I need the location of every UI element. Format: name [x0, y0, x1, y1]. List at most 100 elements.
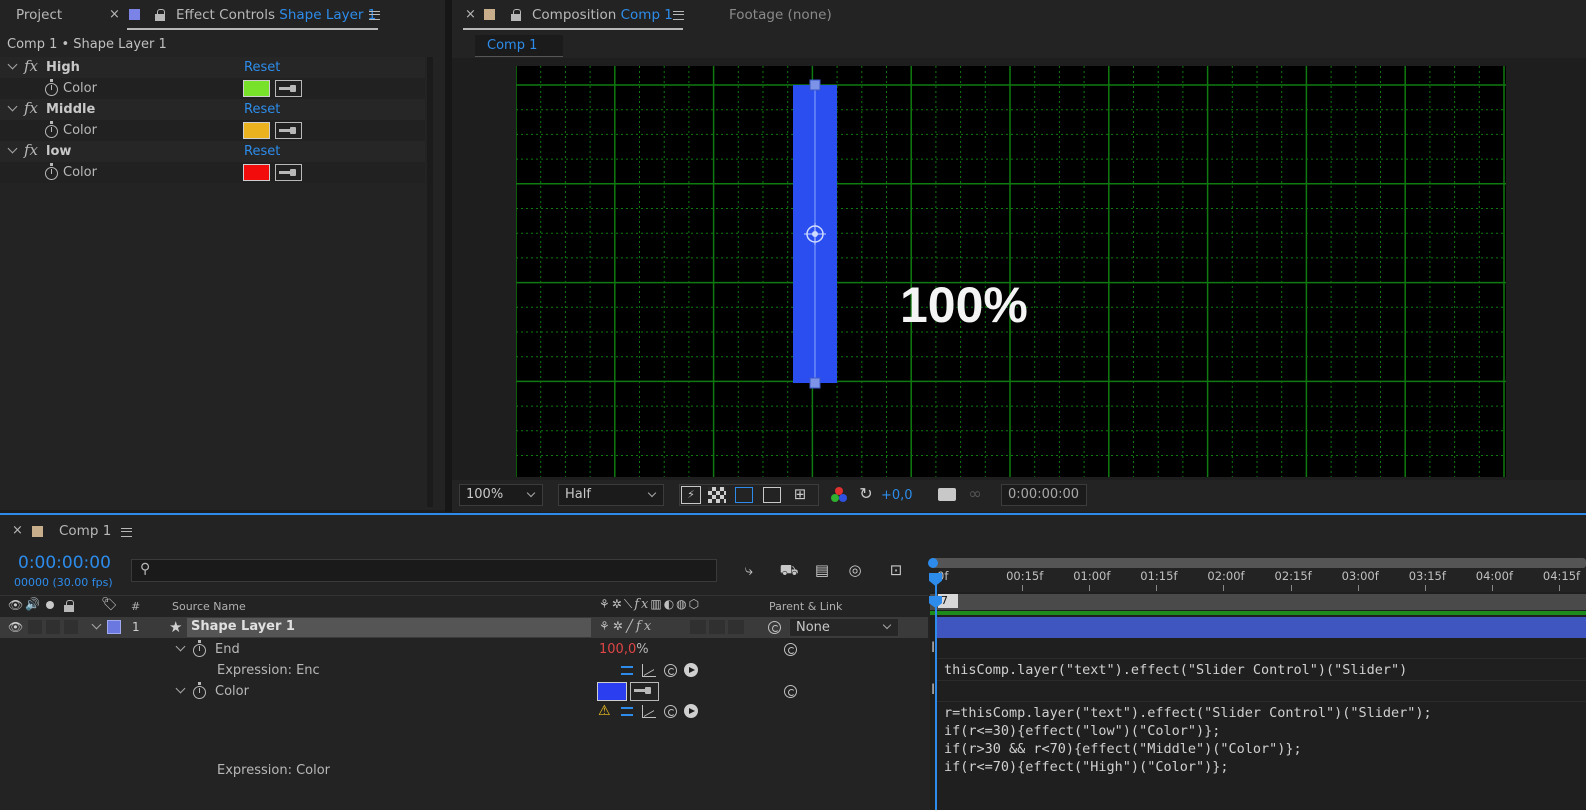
- expression-language-menu-icon[interactable]: [684, 704, 698, 718]
- col-source-name[interactable]: Source Name: [172, 600, 246, 613]
- playhead-line[interactable]: [935, 576, 937, 810]
- mask-visibility-icon[interactable]: [735, 487, 753, 503]
- tab-footage[interactable]: Footage (none): [729, 0, 832, 30]
- solo-toggle[interactable]: [46, 620, 60, 634]
- eyedropper-icon[interactable]: [275, 122, 302, 139]
- fast-preview-icon[interactable]: ⚡: [681, 486, 701, 504]
- expression-line[interactable]: if(r<=70){effect("High")("Color")};: [944, 759, 1228, 775]
- reset-button-low[interactable]: Reset: [244, 144, 280, 159]
- reset-exposure-icon[interactable]: ↻: [857, 484, 875, 503]
- show-snapshot-icon[interactable]: ∞: [965, 484, 985, 503]
- layer-name-field[interactable]: Shape Layer 1: [187, 618, 591, 637]
- stopwatch-icon[interactable]: [45, 163, 58, 180]
- channel-rgb-icon[interactable]: [831, 487, 847, 503]
- work-area-bar[interactable]: [930, 558, 1586, 568]
- warning-icon[interactable]: ⚠: [598, 703, 611, 719]
- close-icon[interactable]: ×: [12, 523, 23, 538]
- eye-icon[interactable]: 👁: [8, 620, 23, 634]
- panel-divider[interactable]: [445, 0, 452, 512]
- grid-guides-icon[interactable]: ⊞: [790, 485, 810, 503]
- expression-enable-icon[interactable]: [621, 666, 633, 675]
- switch-box[interactable]: [709, 620, 725, 634]
- expression-graph-icon[interactable]: [642, 705, 656, 718]
- tab-effect-controls[interactable]: Effect Controls Shape Layer 1: [176, 0, 376, 30]
- lock-icon[interactable]: [64, 600, 74, 612]
- color-swatch-middle[interactable]: [243, 122, 270, 139]
- path-handle[interactable]: [809, 377, 821, 389]
- col-parent-link[interactable]: Parent & Link: [769, 600, 842, 613]
- end-value-number[interactable]: 100,0: [599, 642, 636, 657]
- work-area-start[interactable]: [928, 558, 938, 568]
- comp-subtab[interactable]: Comp 1: [475, 35, 563, 57]
- pickwhip-icon[interactable]: [784, 685, 797, 698]
- reset-button-high[interactable]: Reset: [244, 60, 280, 75]
- timeline-tab[interactable]: Comp 1: [59, 523, 111, 539]
- color-swatch-low[interactable]: [243, 164, 270, 181]
- color-swatch-layer[interactable]: [597, 682, 627, 701]
- switch-box[interactable]: [690, 620, 706, 634]
- switch-box[interactable]: [728, 620, 744, 634]
- stopwatch-icon[interactable]: [45, 79, 58, 96]
- audio-icon[interactable]: 🔊: [25, 597, 40, 611]
- expression-language-menu-icon[interactable]: [684, 663, 698, 677]
- tab-project[interactable]: Project: [16, 0, 62, 30]
- audio-toggle[interactable]: [28, 620, 42, 634]
- lock-icon[interactable]: [155, 9, 165, 21]
- graph-editor-icon[interactable]: ⊡: [885, 561, 907, 579]
- close-icon[interactable]: ×: [109, 0, 120, 30]
- color-swatch-high[interactable]: [243, 80, 270, 97]
- layer-label-color[interactable]: [107, 620, 121, 634]
- region-of-interest-icon[interactable]: [763, 487, 781, 503]
- eyedropper-icon[interactable]: [630, 682, 659, 701]
- eye-icon[interactable]: 👁: [8, 598, 23, 612]
- panel-scrollbar[interactable]: [427, 57, 433, 507]
- expression-editor-color[interactable]: r=thisComp.layer("text").effect("Slider …: [936, 701, 1586, 785]
- exposure-value[interactable]: +0,0: [881, 488, 913, 503]
- pickwhip-icon[interactable]: [768, 621, 781, 634]
- panel-menu-icon[interactable]: [121, 528, 132, 537]
- expression-enable-icon[interactable]: [621, 707, 633, 716]
- eyedropper-icon[interactable]: [275, 80, 302, 97]
- expression-editor-end[interactable]: thisComp.layer("text").effect("Slider Co…: [936, 658, 1586, 681]
- transparency-grid-icon[interactable]: [708, 487, 726, 503]
- path-handle[interactable]: [809, 79, 821, 91]
- fx-icon[interactable]: fx: [24, 99, 38, 117]
- panel-menu-icon[interactable]: [369, 11, 380, 20]
- pickwhip-icon[interactable]: [784, 643, 797, 656]
- solo-icon[interactable]: [46, 601, 54, 609]
- overlay-percent-text[interactable]: 100%: [900, 277, 1028, 333]
- fx-icon[interactable]: fx: [24, 141, 38, 159]
- close-icon[interactable]: ×: [465, 0, 476, 30]
- expression-line[interactable]: if(r>30 && r<70){effect("Middle")("Color…: [944, 741, 1302, 757]
- lock-icon[interactable]: [511, 9, 521, 21]
- expression-graph-icon[interactable]: [642, 664, 656, 677]
- motion-blur-icon[interactable]: ◎: [845, 561, 865, 579]
- fx-icon[interactable]: fx: [24, 57, 38, 75]
- resolution-dropdown[interactable]: Half: [558, 484, 664, 506]
- expression-end-code[interactable]: thisComp.layer("text").effect("Slider Co…: [944, 662, 1407, 678]
- expression-pickwhip-icon[interactable]: [664, 664, 677, 677]
- stopwatch-icon[interactable]: [193, 682, 206, 699]
- layer-switches[interactable]: ⚘✲╱fx: [599, 619, 654, 634]
- eyedropper-icon[interactable]: [275, 164, 302, 181]
- panel-menu-icon[interactable]: [673, 11, 684, 20]
- layer-duration-bar[interactable]: [935, 617, 1586, 638]
- expression-pickwhip-icon[interactable]: [664, 705, 677, 718]
- parent-dropdown[interactable]: None: [789, 618, 899, 637]
- expression-line[interactable]: r=thisComp.layer("text").effect("Slider …: [944, 705, 1432, 721]
- lock-toggle[interactable]: [64, 620, 78, 634]
- stopwatch-icon[interactable]: [45, 121, 58, 138]
- composition-canvas[interactable]: 100%: [516, 66, 1506, 477]
- tab-composition[interactable]: Composition Comp 1: [532, 0, 673, 30]
- camera-icon[interactable]: [938, 488, 956, 501]
- timeline-timecode[interactable]: 0:00:00:00: [18, 553, 111, 573]
- prop-end-value[interactable]: 100,0%: [599, 642, 649, 657]
- zoom-dropdown[interactable]: 100%: [459, 484, 543, 506]
- reset-button-middle[interactable]: Reset: [244, 102, 280, 117]
- shy-layers-icon[interactable]: ⛟: [778, 561, 800, 581]
- expression-line[interactable]: if(r<=30){effect("low")("Color")};: [944, 723, 1220, 739]
- search-input[interactable]: ⚲: [131, 559, 717, 582]
- composition-mini-flowchart-icon[interactable]: ⤷: [738, 561, 760, 579]
- label-tag-icon[interactable]: 🏷: [101, 597, 118, 612]
- stopwatch-icon[interactable]: [193, 640, 206, 657]
